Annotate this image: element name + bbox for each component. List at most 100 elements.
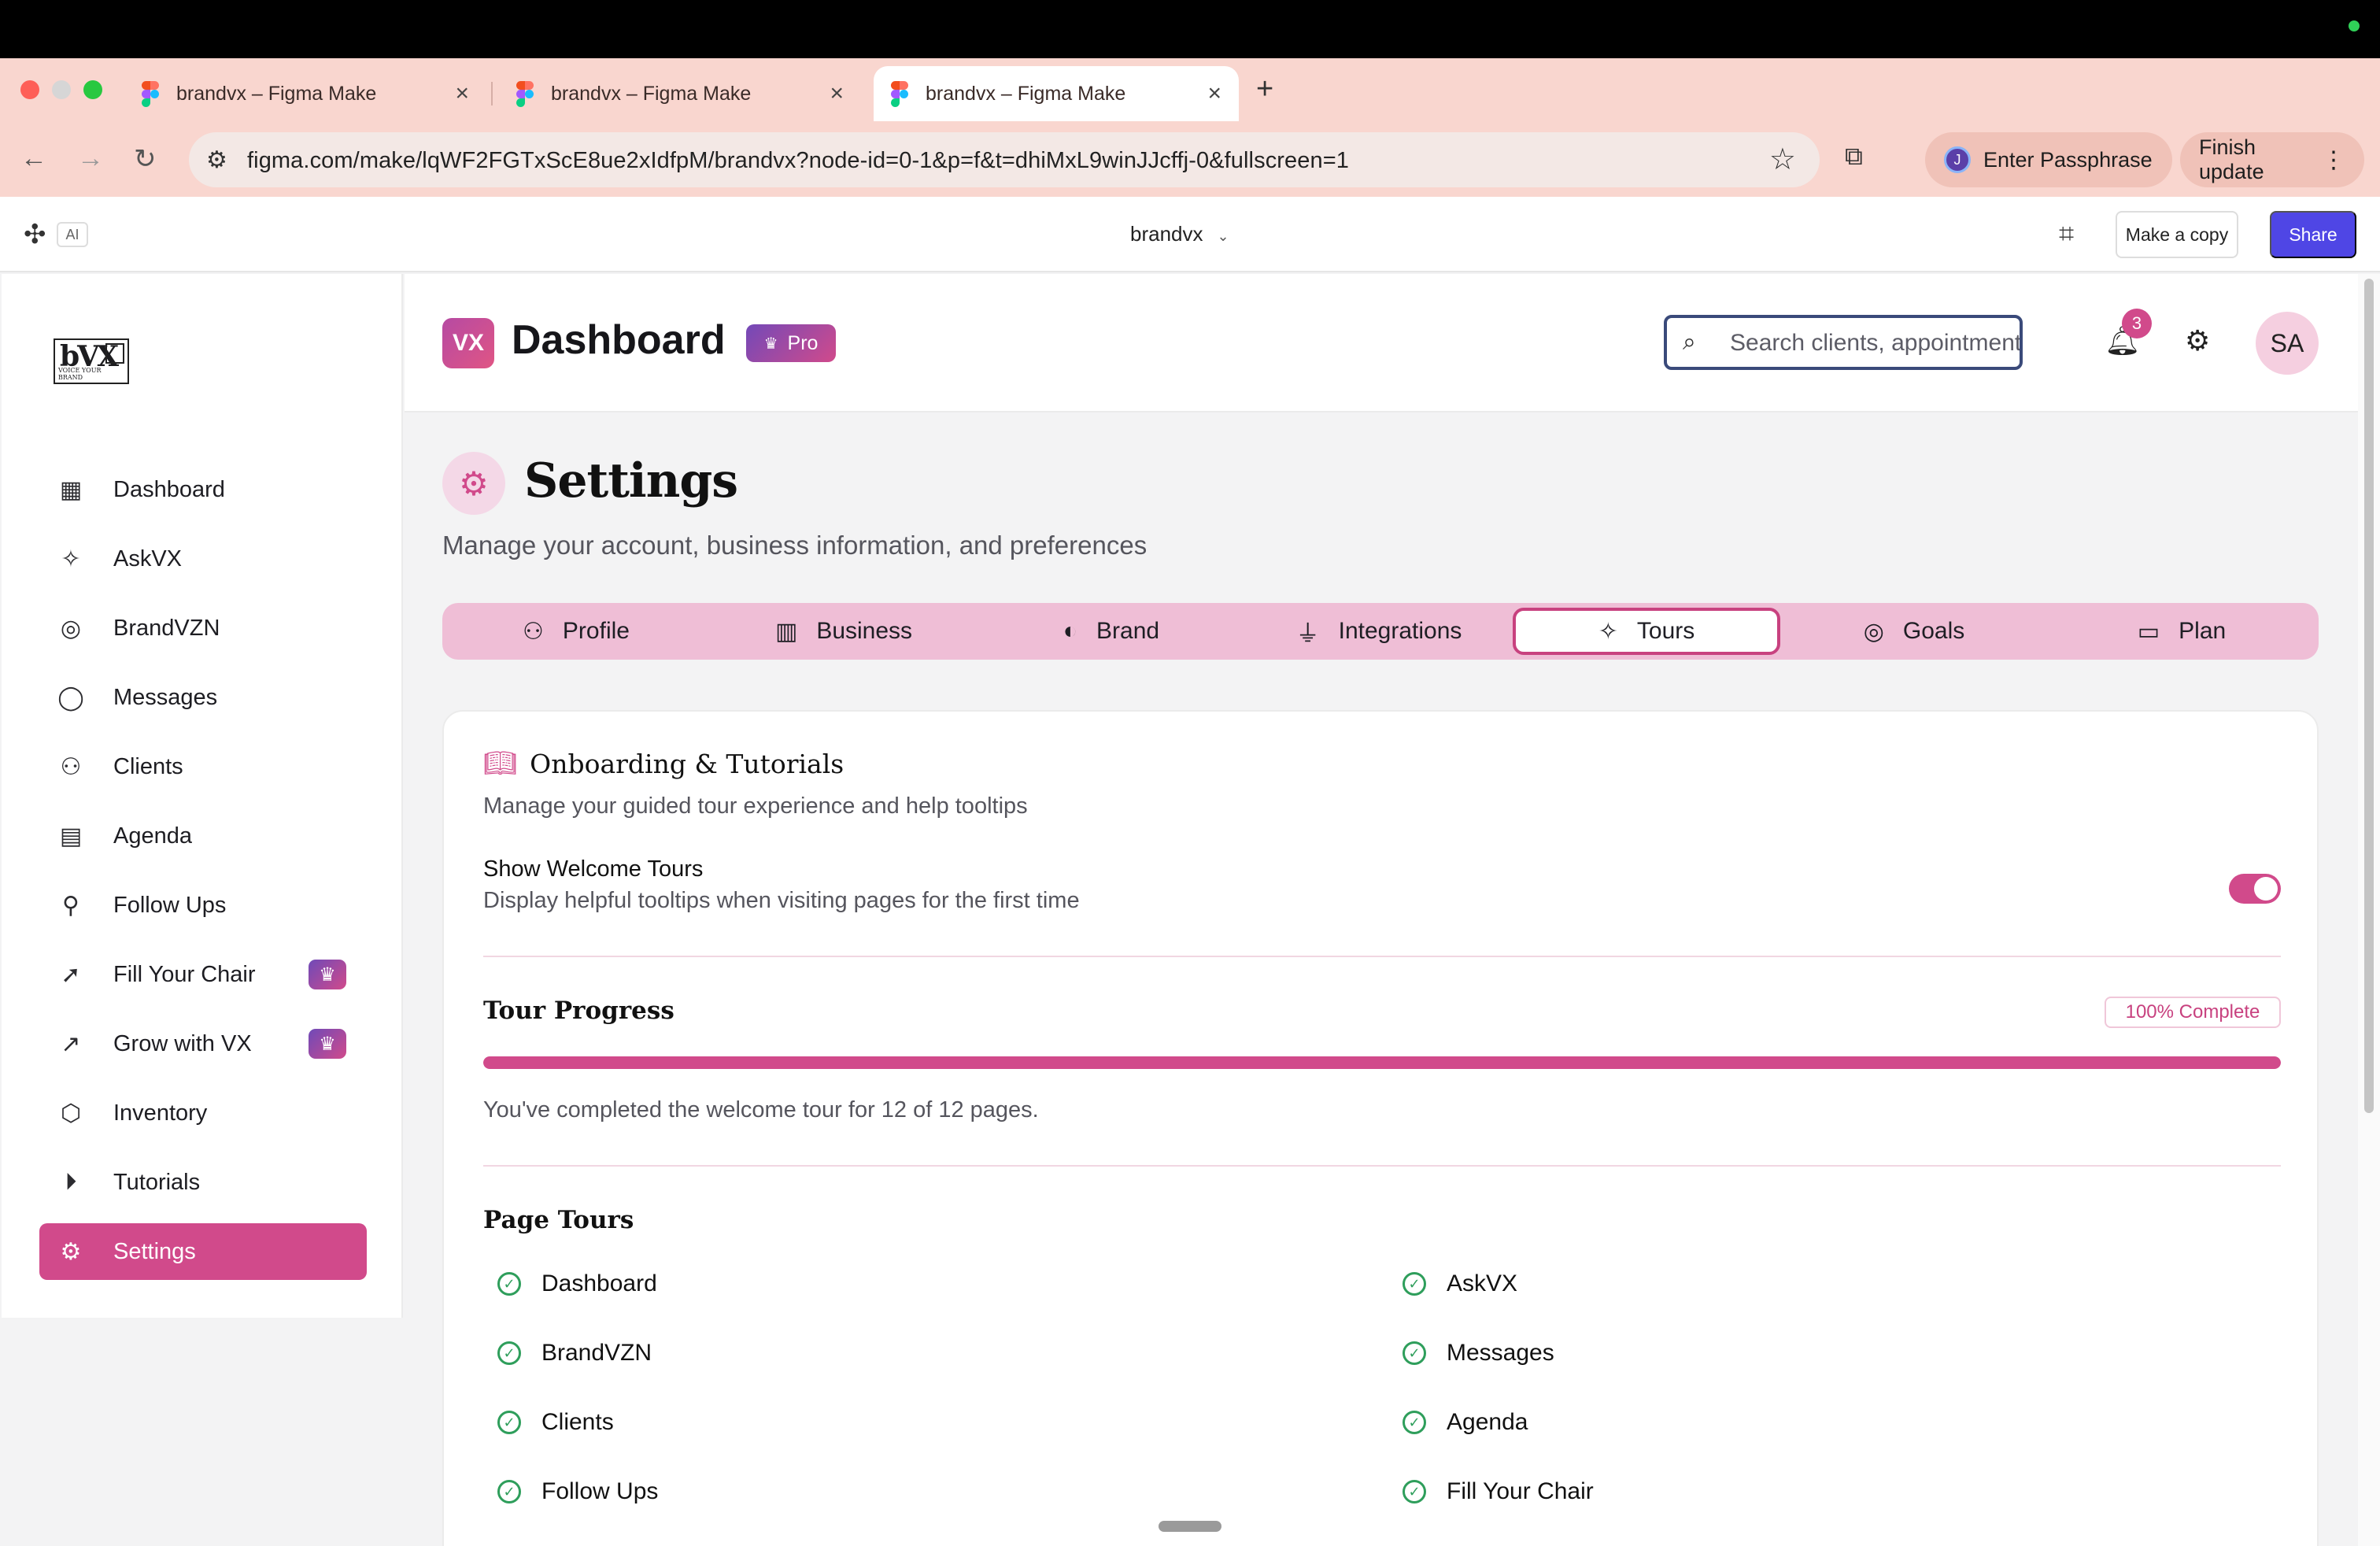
check-circle-icon: ✓: [1402, 1341, 1426, 1365]
minimize-window-button[interactable]: [52, 80, 71, 99]
page-tour-item[interactable]: ✓ Clients: [483, 1409, 614, 1436]
sidebar-item-fill-your-chair[interactable]: ➚ Fill Your Chair ♛: [39, 946, 367, 1003]
welcome-tours-title: Show Welcome Tours: [483, 856, 704, 882]
palette-icon: ◐: [1062, 618, 1078, 644]
app-sidebar: bVX VOICE YOUR BRAND ▦ Dashboard ✧ AskVX …: [2, 274, 403, 1318]
page-tours-title: Page Tours: [483, 1206, 634, 1234]
close-window-button[interactable]: [20, 80, 39, 99]
sidebar-item-label: Inventory: [113, 1100, 208, 1126]
sidebar-item-label: Clients: [113, 753, 183, 779]
status-dot: [2349, 20, 2360, 31]
sidebar-item-follow-ups[interactable]: ⚲ Follow Ups: [39, 877, 367, 934]
passphrase-button[interactable]: J Enter Passphrase: [1925, 132, 2172, 187]
page-tour-label: Messages: [1447, 1340, 1554, 1366]
url-text[interactable]: figma.com/make/lqWF2FGTxScE8ue2xIdfpM/br…: [247, 148, 1349, 174]
sidebar-item-agenda[interactable]: ▤ Agenda: [39, 808, 367, 864]
dashboard-grid-icon: ▦: [59, 476, 83, 503]
page-tour-item[interactable]: ✓ Dashboard: [483, 1270, 657, 1297]
play-circle-icon: ⏵: [65, 1169, 77, 1195]
browser-tab-2[interactable]: brandvx – Figma Make ×: [499, 66, 861, 121]
page-tour-item[interactable]: ✓ Agenda: [1388, 1409, 1528, 1436]
browser-tab-strip: brandvx – Figma Make × brandvx – Figma M…: [0, 58, 2380, 121]
page-scrollbar-thumb[interactable]: [2364, 279, 2374, 1113]
tab-goals[interactable]: ◎ Goals: [1780, 608, 2048, 655]
finish-update-button[interactable]: Finish update ⋮: [2180, 132, 2364, 187]
search-field[interactable]: ⌕: [1664, 315, 2023, 370]
tab-title: brandvx – Figma Make: [926, 82, 1126, 105]
more-vertical-icon[interactable]: ⋮: [2322, 146, 2345, 174]
sidebar-item-askvx[interactable]: ✧ AskVX: [39, 531, 367, 587]
sidebar-item-brandvzn[interactable]: ◎ BrandVZN: [39, 600, 367, 656]
sidebar-item-grow-with-vx[interactable]: ↗ Grow with VX ♛: [39, 1015, 367, 1072]
figma-logo-icon[interactable]: ✣: [24, 219, 46, 250]
page-tour-item[interactable]: ✓ Fill Your Chair: [1388, 1478, 1594, 1505]
sidebar-item-clients[interactable]: ⚇ Clients: [39, 738, 367, 795]
sidebar-item-settings[interactable]: ⚙ Settings: [39, 1223, 367, 1280]
close-tab-icon[interactable]: ×: [1207, 80, 1221, 107]
sidebar-item-label: Settings: [113, 1238, 196, 1264]
zoom-window-button[interactable]: [83, 80, 102, 99]
figma-favicon-icon: [142, 81, 159, 107]
welcome-tours-toggle[interactable]: [2229, 874, 2281, 904]
crown-icon: ♛: [309, 960, 346, 989]
tab-tours[interactable]: ✧ Tours: [1513, 608, 1780, 655]
brandvx-logo[interactable]: bVX VOICE YOUR BRAND: [54, 338, 129, 384]
page-tour-item[interactable]: ✓ Messages: [1388, 1340, 1554, 1367]
figma-make-bar: ✣ AI brandvx ⌄ ⌗ Make a copy Share: [0, 197, 2380, 272]
back-arrow-icon[interactable]: ←: [20, 143, 47, 174]
profile-avatar: J: [1944, 146, 1971, 173]
check-circle-icon: ✓: [497, 1272, 521, 1296]
tab-label: Brand: [1096, 618, 1160, 644]
close-tab-icon[interactable]: ×: [455, 80, 469, 107]
tab-integrations[interactable]: ⏚ Integrations: [1245, 608, 1513, 655]
check-circle-icon: ✓: [1402, 1480, 1426, 1503]
app-header: VX Dashboard ♛ Pro ⌕ 🔔︎ 3 ⚙ SA: [405, 274, 2358, 412]
check-circle-icon: ✓: [1402, 1272, 1426, 1296]
toggle-knob: [2254, 877, 2278, 901]
crown-icon: ♛: [763, 335, 778, 353]
close-tab-icon[interactable]: ×: [830, 80, 844, 107]
progress-description: You've completed the welcome tour for 12…: [483, 1097, 1039, 1123]
make-copy-button[interactable]: Make a copy: [2116, 211, 2238, 258]
sidebar-item-inventory[interactable]: ⬡ Inventory: [39, 1085, 367, 1141]
onboarding-card: 📖︎ Onboarding & Tutorials Manage your gu…: [442, 710, 2319, 1546]
drag-handle[interactable]: [1159, 1521, 1221, 1532]
address-bar[interactable]: ⚙ figma.com/make/lqWF2FGTxScE8ue2xIdfpM/…: [189, 132, 1820, 187]
browser-tab-1[interactable]: brandvx – Figma Make ×: [124, 66, 486, 121]
cast-search-icon[interactable]: ⧉: [1845, 142, 1863, 172]
page-tour-label: AskVX: [1447, 1270, 1518, 1296]
tab-profile[interactable]: ⚇ Profile: [442, 608, 710, 655]
settings-gear-icon: ⚙: [442, 452, 505, 515]
new-tab-plus-icon[interactable]: +: [1256, 72, 1273, 106]
bookmark-star-icon[interactable]: ☆: [1769, 142, 1796, 177]
tab-brand[interactable]: ◐ Brand: [978, 608, 1245, 655]
share-button[interactable]: Share: [2270, 211, 2356, 258]
sparkles-icon: ✧: [61, 546, 81, 572]
card-heading: 📖︎ Onboarding & Tutorials: [483, 748, 844, 779]
page-tour-item[interactable]: ✓ BrandVZN: [483, 1340, 652, 1367]
ai-badge[interactable]: AI: [57, 222, 88, 247]
clipboard-icon: ▤: [59, 823, 83, 849]
frame-select-icon[interactable]: ⌗: [2059, 219, 2074, 250]
tab-plan[interactable]: ▭ Plan: [2048, 608, 2315, 655]
page-tour-item[interactable]: ✓ Follow Ups: [483, 1478, 658, 1505]
sidebar-item-dashboard[interactable]: ▦ Dashboard: [39, 461, 367, 518]
tab-label: Tours: [1636, 618, 1695, 644]
user-avatar[interactable]: SA: [2256, 312, 2319, 375]
reload-icon[interactable]: ↻: [134, 143, 157, 175]
sidebar-item-messages[interactable]: ◯ Messages: [39, 669, 367, 726]
browser-tab-3-active[interactable]: brandvx – Figma Make ×: [874, 66, 1239, 121]
card-subtitle: Manage your guided tour experience and h…: [483, 793, 1028, 819]
figma-favicon-icon: [891, 81, 908, 107]
forward-arrow-icon[interactable]: →: [77, 143, 104, 174]
page-tour-item[interactable]: ✓ AskVX: [1388, 1270, 1517, 1297]
tab-business[interactable]: ▥ Business: [710, 608, 978, 655]
tab-title: brandvx – Figma Make: [176, 82, 377, 105]
settings-gear-icon[interactable]: ⚙: [2185, 324, 2210, 357]
search-input[interactable]: [1730, 327, 2020, 359]
sidebar-item-tutorials[interactable]: ⏵ Tutorials: [39, 1154, 367, 1211]
site-settings-icon[interactable]: ⚙: [206, 146, 227, 174]
gear-icon: ⚙: [60, 1238, 82, 1265]
sidebar-item-label: Follow Ups: [113, 892, 227, 918]
project-switcher[interactable]: brandvx ⌄: [1130, 222, 1229, 246]
